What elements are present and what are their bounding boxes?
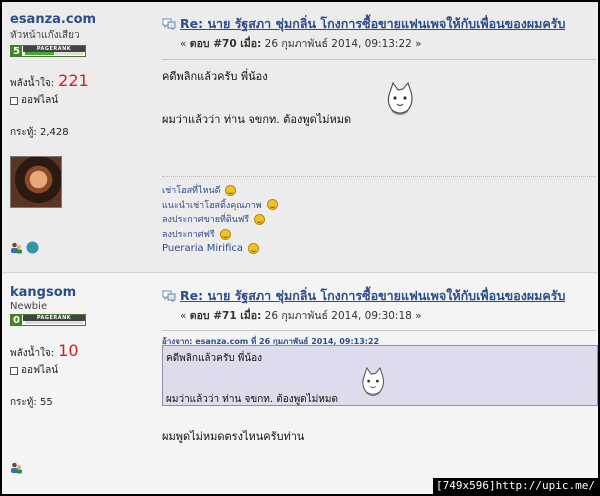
message-icon (162, 18, 176, 30)
post-count-value: 2,428 (39, 127, 69, 138)
quote-line: ผมว่าแล้วว่า ท่าน จขกท. ต้องพูดไม่หมด (166, 394, 338, 405)
user-profile-icon[interactable] (10, 461, 23, 474)
power-value: 221 (58, 71, 89, 90)
post-subject-link[interactable]: Re: นาย รัฐสภา ชุ่มกลิ่น โกงการซื้อขายแฟ… (180, 14, 565, 34)
signature: เช่าโฮสที่ไหนดี แนะนำเช่าโฮสติ้งคุณภาพ ล… (162, 176, 596, 256)
online-status: ออฟไลน์ (10, 363, 150, 378)
post-divider (162, 59, 596, 60)
poster-rank-title: หัวหน้าแก๊งเสียว (10, 30, 80, 41)
power-stat: พลังน้ำใจ: 10 (10, 341, 150, 361)
post-date: 26 กุมภาพันธ์ 2014, 09:30:18 » (261, 310, 422, 322)
post-body-line: คดีพลิกแล้วครับ พี่น้อง (162, 70, 268, 83)
poster-info: esanza.com หัวหน้าแก๊งเสียว 5 PAGERANK พ… (10, 12, 150, 208)
power-value: 10 (58, 341, 79, 360)
offline-status-icon (10, 96, 18, 105)
pagerank-value: 5 (11, 46, 23, 57)
message-icon (162, 290, 176, 302)
post-count: กระทู้: 55 (10, 395, 150, 410)
poster-rank-title: Newbie (10, 301, 48, 312)
quote-line: คดีพลิกแล้วครับ พี่น้อง (166, 353, 263, 364)
signature-link[interactable]: ลงประกาศขายที่ดินฟรี (162, 212, 249, 226)
status-label: ออฟไลน์ (21, 95, 59, 106)
upload-watermark: [749x596]http://upic.me/ (433, 478, 598, 494)
post-70: esanza.com หัวหน้าแก๊งเสียว 5 PAGERANK พ… (2, 2, 598, 271)
signature-link-row: ลงประกาศฟรี (162, 227, 596, 242)
post-header: Re: นาย รัฐสภา ชุ่มกลิ่น โกงการซื้อขายแฟ… (162, 286, 596, 306)
signature-link-row: Pueraria Mirifica (162, 241, 596, 256)
avatar[interactable] (10, 156, 62, 208)
user-icons (10, 241, 39, 254)
poster-name-link[interactable]: kangsom (10, 285, 150, 300)
smiley-icon (219, 228, 231, 240)
power-label: พลังน้ำใจ: (10, 78, 55, 89)
pagerank-bar (25, 52, 54, 55)
poster-info: kangsom Newbie 0 PAGERANK พลังน้ำใจ: 10 อ… (10, 285, 150, 410)
posted-label: เมื่อ: (236, 310, 262, 322)
post-71: kangsom Newbie 0 PAGERANK พลังน้ำใจ: 10 อ… (2, 272, 598, 494)
reply-number[interactable]: ตอบ #71 (190, 310, 237, 322)
reply-number[interactable]: ตอบ #70 (190, 38, 237, 50)
signature-link-row: แนะนำเช่าโฮสติ้งคุณภาพ (162, 198, 596, 213)
signature-link[interactable]: ลงประกาศฟรี (162, 227, 215, 241)
post-body-line: ผมพูดไม่หมดตรงไหนครับท่าน (162, 430, 305, 443)
posted-label: เมื่อ: (236, 38, 262, 50)
post-content: Re: นาย รัฐสภา ชุ่มกลิ่น โกงการซื้อขายแฟ… (162, 14, 596, 60)
post-count: กระทู้: 2,428 (10, 125, 150, 140)
post-date: 26 กุมภาพันธ์ 2014, 09:13:22 » (261, 38, 422, 50)
power-stat: พลังน้ำใจ: 221 (10, 71, 150, 91)
post-content: Re: นาย รัฐสภา ชุ่มกลิ่น โกงการซื้อขายแฟ… (162, 286, 596, 331)
user-profile-icon[interactable] (10, 241, 23, 254)
status-label: ออฟไลน์ (21, 365, 59, 376)
post-subject-link[interactable]: Re: นาย รัฐสภา ชุ่มกลิ่น โกงการซื้อขายแฟ… (180, 286, 565, 306)
user-icons (10, 461, 23, 474)
pagerank-value: 0 (11, 315, 23, 326)
signature-link-row: เช่าโฮสที่ไหนดี (162, 183, 596, 198)
pagerank-badge: 5 PAGERANK (10, 45, 86, 57)
post-meta: « ตอบ #70 เมื่อ: 26 กุมภาพันธ์ 2014, 09:… (180, 38, 422, 50)
offline-status-icon (10, 366, 18, 375)
poster-name-link[interactable]: esanza.com (10, 12, 150, 27)
forum-thread: esanza.com หัวหน้าแก๊งเสียว 5 PAGERANK พ… (2, 2, 598, 494)
smiley-icon (225, 184, 237, 196)
post-count-value: 55 (39, 397, 53, 408)
cat-emoticon-icon (362, 366, 385, 396)
signature-link[interactable]: Pueraria Mirifica (162, 243, 243, 254)
smiley-icon (266, 199, 278, 211)
post-meta: « ตอบ #71 เมื่อ: 26 กุมภาพันธ์ 2014, 09:… (180, 310, 422, 322)
signature-link-row: ลงประกาศขายที่ดินฟรี (162, 212, 596, 227)
smiley-icon (248, 243, 260, 255)
post-count-label: กระทู้: (10, 397, 37, 408)
pagerank-badge: 0 PAGERANK (10, 314, 86, 326)
signature-link[interactable]: เช่าโฮสที่ไหนดี (162, 183, 220, 197)
online-status: ออฟไลน์ (10, 93, 150, 108)
post-body-line: ผมว่าแล้วว่า ท่าน จขกท. ต้องพูดไม่หมด (162, 113, 352, 126)
post-count-label: กระทู้: (10, 127, 37, 138)
post-divider (162, 330, 596, 331)
globe-icon[interactable] (26, 241, 39, 254)
post-header: Re: นาย รัฐสภา ชุ่มกลิ่น โกงการซื้อขายแฟ… (162, 14, 596, 34)
quote-block: คดีพลิกแล้วครับ พี่น้อง ผมว่าแล้วว่า ท่า… (162, 345, 598, 406)
smiley-icon (254, 213, 266, 225)
signature-link[interactable]: แนะนำเช่าโฮสติ้งคุณภาพ (162, 198, 262, 212)
cat-emoticon-icon (387, 81, 413, 115)
power-label: พลังน้ำใจ: (10, 348, 55, 359)
